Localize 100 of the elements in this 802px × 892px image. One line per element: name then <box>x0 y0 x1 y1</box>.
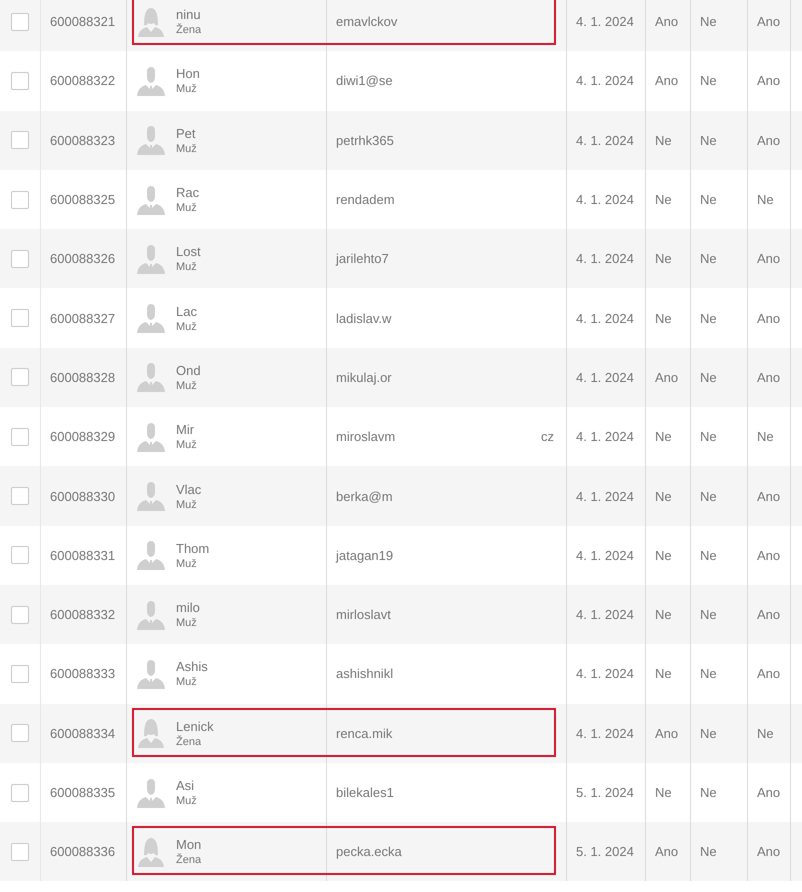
yes-no-cell: Ano <box>757 785 780 800</box>
user-gender: Muž <box>176 439 197 452</box>
user-email: mirloslavt <box>336 607 391 622</box>
row-checkbox[interactable] <box>11 12 29 31</box>
user-name: Ond <box>176 362 201 378</box>
date-cell: 4. 1. 2024 <box>576 14 634 30</box>
user-id: 600088330 <box>50 488 116 504</box>
user-name: Mir <box>176 422 196 438</box>
yes-no-cell: Ano <box>757 132 780 148</box>
user-gender: Muž <box>176 380 198 392</box>
yes-no-cell: Ne <box>757 192 774 208</box>
date-cell: 4. 1. 2024 <box>576 310 634 326</box>
user-email: bilekales1 <box>336 785 394 800</box>
user-id: 600088336 <box>50 844 116 860</box>
yes-no-cell: Ano <box>757 488 780 504</box>
yes-no-cell: Ne <box>655 429 672 444</box>
yes-no-cell: Ano <box>757 251 780 266</box>
yes-no-cell: Ne <box>700 192 717 208</box>
row-checkbox[interactable] <box>11 546 29 564</box>
user-email: berka@m <box>336 488 393 504</box>
date-cell: 4. 1. 2024 <box>576 132 634 148</box>
yes-no-cell: Ne <box>655 488 672 504</box>
user-id: 600088326 <box>50 251 116 266</box>
user-id: 600088327 <box>50 310 116 326</box>
yes-no-cell: Ne <box>700 726 717 741</box>
yes-no-cell: Ne <box>700 607 717 622</box>
row-checkbox[interactable] <box>11 72 29 90</box>
user-email: miroslavm <box>336 429 396 444</box>
yes-no-cell: Ne <box>700 429 717 444</box>
user-email: emavlckov <box>336 14 398 30</box>
user-name: Thom <box>176 540 210 556</box>
yes-no-cell: Ano <box>655 73 678 88</box>
yes-no-cell: Ano <box>757 370 780 385</box>
row-checkbox[interactable] <box>11 664 29 683</box>
date-cell: 4. 1. 2024 <box>576 370 634 385</box>
yes-no-cell: Ne <box>655 132 672 148</box>
user-id: 600088322 <box>50 73 116 88</box>
row-checkbox[interactable] <box>11 250 29 268</box>
row-checkbox[interactable] <box>11 309 29 328</box>
row-checkbox[interactable] <box>11 368 29 386</box>
user-name: Lost <box>176 244 201 260</box>
user-gender: Muž <box>176 142 197 155</box>
user-name: Vlac <box>176 482 202 497</box>
date-cell: 5. 1. 2024 <box>576 785 634 800</box>
yes-no-cell: Ano <box>757 548 780 563</box>
user-name: Mon <box>176 837 202 852</box>
date-cell: 4. 1. 2024 <box>576 429 634 444</box>
user-email: renca.mik <box>336 726 392 741</box>
user-name: Asi <box>176 778 196 793</box>
row-checkbox[interactable] <box>11 842 29 861</box>
yes-no-cell: Ano <box>655 370 678 385</box>
user-email: ashishnikl <box>336 666 394 682</box>
date-cell: 5. 1. 2024 <box>576 844 634 860</box>
yes-no-cell: Ano <box>757 666 780 682</box>
row-checkbox[interactable] <box>11 131 29 150</box>
row-checkbox[interactable] <box>11 487 29 506</box>
user-email: diwi1@se <box>336 73 393 88</box>
yes-no-cell: Ne <box>700 14 717 30</box>
yes-no-cell: Ano <box>655 844 678 860</box>
user-email: rendadem <box>336 192 395 208</box>
date-cell: 4. 1. 2024 <box>576 251 634 266</box>
date-cell: 4. 1. 2024 <box>576 548 634 563</box>
yes-no-cell: Ano <box>757 607 780 622</box>
user-email: jatagan19 <box>336 548 394 563</box>
row-checkbox[interactable] <box>11 428 29 446</box>
row-checkbox[interactable] <box>11 784 29 802</box>
user-id: 600088335 <box>50 785 116 800</box>
yes-no-cell: Ne <box>700 310 717 326</box>
yes-no-cell: Ano <box>655 726 678 741</box>
yes-no-cell: Ne <box>700 251 717 266</box>
user-name: Ashis <box>176 659 208 674</box>
user-email: pecka.ecka <box>336 844 402 860</box>
user-email: petrhk365 <box>336 132 394 148</box>
date-cell: 4. 1. 2024 <box>576 607 634 622</box>
yes-no-cell: Ne <box>700 785 717 800</box>
yes-no-cell: Ne <box>700 666 717 682</box>
user-gender: Muž <box>176 498 198 511</box>
user-name: ninu <box>176 7 202 22</box>
yes-no-cell: Ne <box>655 607 672 622</box>
yes-no-cell: Ne <box>700 370 717 385</box>
user-gender: Muž <box>176 676 198 688</box>
yes-no-cell: Ne <box>757 429 774 444</box>
yes-no-cell: Ne <box>655 548 672 563</box>
user-gender: Muž <box>176 795 197 807</box>
row-checkbox[interactable] <box>11 190 29 209</box>
user-email: mikulaj.or <box>336 370 392 385</box>
user-name: Lac <box>176 304 197 319</box>
yes-no-cell: Ne <box>655 251 672 266</box>
row-checkbox[interactable] <box>11 606 29 624</box>
date-cell: 4. 1. 2024 <box>576 192 634 208</box>
user-id: 600088321 <box>50 14 116 30</box>
user-gender: Muž <box>176 617 198 630</box>
user-gender: Žena <box>176 854 202 866</box>
user-id: 600088323 <box>50 132 116 148</box>
user-id: 600088331 <box>50 548 116 563</box>
user-id: 600088328 <box>50 370 116 385</box>
yes-no-cell: Ne <box>700 548 717 563</box>
row-checkbox[interactable] <box>11 724 29 742</box>
date-cell: 4. 1. 2024 <box>576 726 634 741</box>
yes-no-cell: Ano <box>757 14 780 30</box>
